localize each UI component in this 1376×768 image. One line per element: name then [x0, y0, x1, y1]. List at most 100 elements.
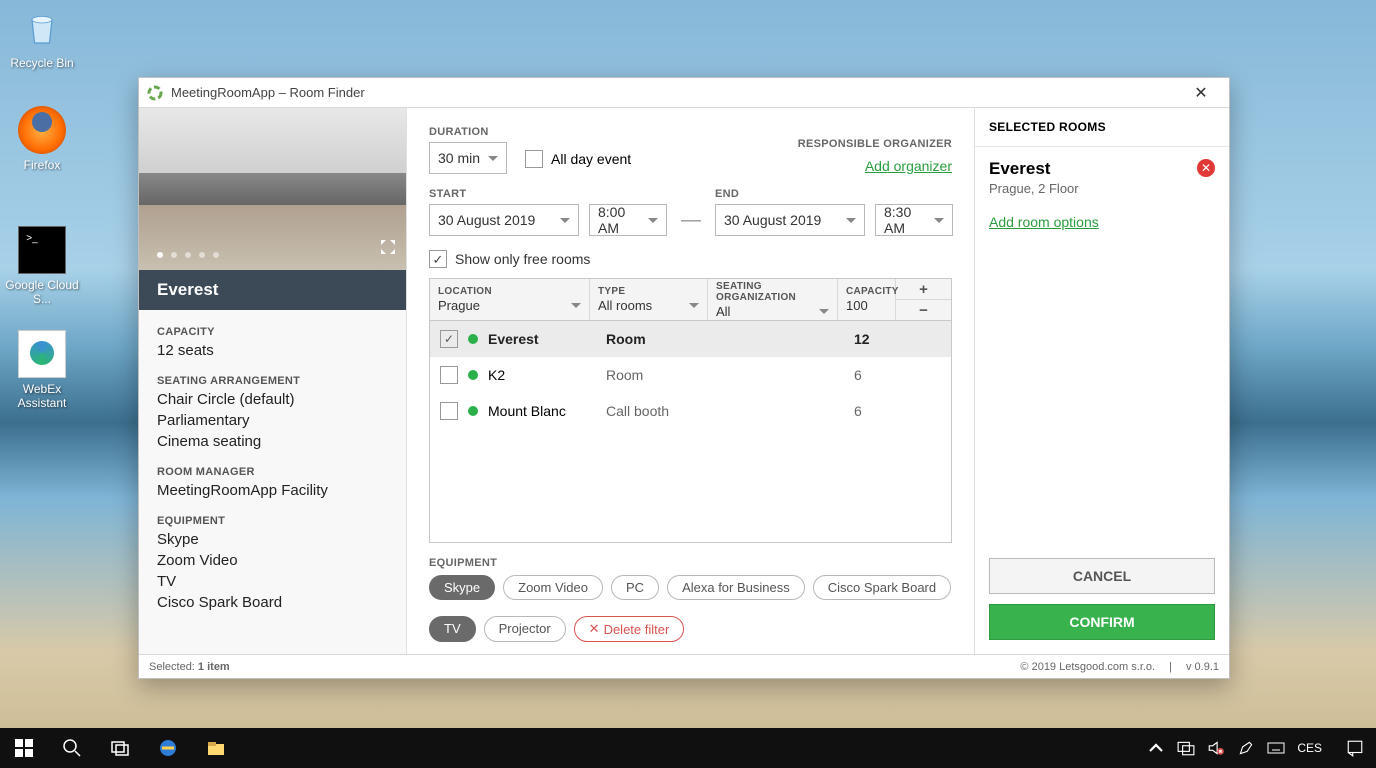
manager-value: MeetingRoomApp Facility	[157, 480, 388, 501]
list-item: Parliamentary	[157, 410, 388, 431]
th-type-label: TYPE	[598, 286, 699, 297]
row-checkbox[interactable]	[440, 330, 458, 348]
tray-language[interactable]: CES	[1297, 741, 1322, 755]
end-label: END	[715, 188, 953, 200]
equipment-chips: Skype Zoom Video PC Alexa for Business Cisco…	[429, 575, 952, 642]
row-capacity: 6	[854, 403, 894, 419]
table-row[interactable]: Mount BlancCall booth6	[430, 393, 951, 429]
desktop-icon-webex[interactable]: WebEx Assistant	[4, 330, 80, 410]
webex-icon	[18, 330, 66, 378]
th-location-label: LOCATION	[438, 286, 581, 297]
capacity-value: 12 seats	[157, 340, 388, 361]
tray-keyboard-icon[interactable]	[1267, 739, 1285, 757]
manager-label: ROOM MANAGER	[157, 466, 388, 478]
end-time-select[interactable]: 8:30 AM	[875, 204, 953, 236]
responsible-label: RESPONSIBLE ORGANIZER	[798, 138, 952, 150]
selected-room-item: Everest Prague, 2 Floor ✕	[975, 147, 1229, 208]
equipment-chip[interactable]: PC	[611, 575, 659, 600]
selected-rooms-header: SELECTED ROOMS	[975, 108, 1229, 147]
room-table-body: EverestRoom12K2Room6Mount BlancCall boot…	[430, 321, 951, 542]
window-title: MeetingRoomApp – Room Finder	[171, 85, 1181, 100]
desktop-icon-recycle-bin[interactable]: Recycle Bin	[4, 4, 80, 70]
list-item: Zoom Video	[157, 550, 388, 571]
expand-photo-icon[interactable]	[380, 239, 396, 260]
search-button[interactable]	[48, 728, 96, 768]
taskbar-ie[interactable]	[144, 728, 192, 768]
remove-room-button[interactable]: ✕	[1197, 159, 1215, 177]
tray-volume-muted-icon[interactable]	[1207, 739, 1225, 757]
room-photo[interactable]	[139, 108, 406, 270]
equipment-chip[interactable]: Cisco Spark Board	[813, 575, 951, 600]
start-time-select[interactable]: 8:00 AM	[589, 204, 667, 236]
confirm-button[interactable]: CONFIRM	[989, 604, 1215, 640]
tray-pen-icon[interactable]	[1237, 739, 1255, 757]
equipment-chip[interactable]: Projector	[484, 616, 566, 642]
row-type: Call booth	[606, 403, 854, 419]
desktop-icon-firefox[interactable]: Firefox	[4, 106, 80, 172]
th-capacity-label: CAPACITY	[846, 286, 887, 297]
room-preview-panel: Everest CAPACITY 12 seats SEATING ARRANG…	[139, 108, 407, 654]
capacity-plus-button[interactable]: +	[896, 279, 951, 300]
start-label: START	[429, 188, 667, 200]
delete-filter-button[interactable]: ✕ Delete filter	[574, 616, 685, 642]
status-selected-label: Selected: 1 item	[149, 661, 230, 673]
start-date-select[interactable]: 30 August 2019	[429, 204, 579, 236]
row-checkbox[interactable]	[440, 402, 458, 420]
row-capacity: 12	[854, 331, 894, 347]
seating-label: SEATING ARRANGEMENT	[157, 375, 388, 387]
tray-notifications-icon[interactable]	[1346, 739, 1364, 757]
location-filter[interactable]: Prague	[438, 298, 581, 313]
terminal-icon	[18, 226, 66, 274]
firefox-icon	[18, 106, 66, 154]
app-icon	[147, 85, 163, 101]
taskbar-explorer[interactable]	[192, 728, 240, 768]
row-capacity: 6	[854, 367, 894, 383]
capacity-label: CAPACITY	[157, 326, 388, 338]
capacity-filter[interactable]: 100	[846, 298, 887, 313]
app-window: MeetingRoomApp – Room Finder ✕ Everest C…	[138, 77, 1230, 679]
recycle-bin-icon	[18, 4, 66, 52]
time-dash: —	[677, 209, 705, 236]
seating-filter[interactable]: All	[716, 304, 829, 319]
add-room-options-link[interactable]: Add room options	[989, 214, 1099, 230]
row-type: Room	[606, 331, 854, 347]
desktop-icon-label: WebEx Assistant	[4, 382, 80, 410]
tray-network-icon[interactable]	[1177, 739, 1195, 757]
search-panel: DURATION 30 min All day event RESPONSIBL…	[407, 108, 974, 654]
status-dot-icon	[468, 406, 478, 416]
row-checkbox[interactable]	[440, 366, 458, 384]
table-row[interactable]: EverestRoom12	[430, 321, 951, 357]
duration-select[interactable]: 30 min	[429, 142, 507, 174]
statusbar: Selected: 1 item © 2019 Letsgood.com s.r…	[139, 654, 1229, 678]
photo-pagination-dots[interactable]	[157, 252, 219, 258]
close-icon: ✕	[589, 621, 600, 637]
desktop-icon-label: Google Cloud S...	[4, 278, 80, 306]
equipment-chip[interactable]: Zoom Video	[503, 575, 603, 600]
close-button[interactable]: ✕	[1181, 79, 1221, 107]
type-filter[interactable]: All rooms	[598, 298, 699, 313]
capacity-minus-button[interactable]: −	[896, 300, 951, 320]
list-item: Cinema seating	[157, 431, 388, 452]
task-view-button[interactable]	[96, 728, 144, 768]
show-free-checkbox[interactable]: Show only free rooms	[429, 250, 952, 268]
cancel-button[interactable]: CANCEL	[989, 558, 1215, 594]
desktop-icon-google-cloud[interactable]: Google Cloud S...	[4, 226, 80, 306]
equipment-chip[interactable]: Skype	[429, 575, 495, 600]
room-details: CAPACITY 12 seats SEATING ARRANGEMENT Ch…	[139, 310, 406, 629]
equipment-chip[interactable]: TV	[429, 616, 476, 642]
room-name-header: Everest	[139, 270, 406, 310]
start-button[interactable]	[0, 728, 48, 768]
equipment-chip[interactable]: Alexa for Business	[667, 575, 805, 600]
row-name: Everest	[488, 331, 606, 347]
status-dot-icon	[468, 334, 478, 344]
duration-label: DURATION	[429, 126, 507, 138]
table-row[interactable]: K2Room6	[430, 357, 951, 393]
equipment-values: SkypeZoom VideoTVCisco Spark Board	[157, 529, 388, 613]
end-date-select[interactable]: 30 August 2019	[715, 204, 865, 236]
add-organizer-link[interactable]: Add organizer	[798, 158, 952, 174]
tray-chevron-up-icon[interactable]	[1147, 739, 1165, 757]
th-seating-label: SEATING ORGANIZATION	[716, 281, 829, 303]
taskbar: CES	[0, 728, 1376, 768]
checkbox-icon	[429, 250, 447, 268]
allday-checkbox[interactable]: All day event	[525, 150, 631, 168]
